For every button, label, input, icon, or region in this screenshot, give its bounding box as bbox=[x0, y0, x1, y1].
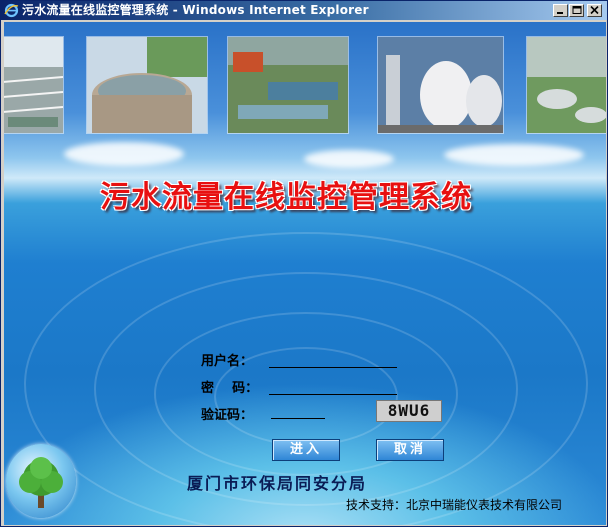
treatment-tanks-image bbox=[4, 37, 63, 133]
title-bar[interactable]: 污水流量在线监控管理系统 - Windows Internet Explorer bbox=[1, 1, 607, 20]
digester-eggs-image bbox=[378, 37, 503, 133]
clarifiers-aerial-image bbox=[527, 37, 606, 133]
password-label: 密 码： bbox=[201, 381, 259, 396]
browser-window: 污水流量在线监控管理系统 - Windows Internet Explorer bbox=[0, 0, 608, 527]
close-icon bbox=[590, 6, 599, 15]
plant-photo-2 bbox=[86, 36, 208, 134]
captcha-input[interactable] bbox=[271, 404, 325, 419]
close-button[interactable] bbox=[587, 4, 602, 17]
cancel-button[interactable]: 取消 bbox=[376, 439, 444, 461]
login-button[interactable]: 进入 bbox=[272, 439, 340, 461]
captcha-image[interactable]: 8WU6 bbox=[376, 400, 442, 422]
minimize-button[interactable] bbox=[553, 4, 568, 17]
organization-name: 厦门市环保局同安分局 bbox=[187, 474, 368, 493]
tree-globe-logo bbox=[6, 444, 76, 518]
username-label: 用户名： bbox=[201, 354, 254, 369]
plant-photo-3 bbox=[227, 36, 349, 134]
window-title: 污水流量在线监控管理系统 - Windows Internet Explorer bbox=[22, 3, 369, 17]
cloud bbox=[64, 142, 184, 166]
password-input[interactable] bbox=[269, 380, 397, 395]
login-page: 污水流量在线监控管理系统 用户名： 密 码： 验证码： 8WU6 进入 取消 厦… bbox=[4, 22, 606, 525]
tech-support-text: 技术支持：北京中瑞能仪表技术有限公司 bbox=[346, 498, 563, 512]
plant-photo-5 bbox=[526, 36, 606, 134]
minimize-icon bbox=[557, 12, 563, 14]
username-input[interactable] bbox=[269, 353, 397, 368]
internet-explorer-icon bbox=[4, 3, 19, 18]
maximize-icon bbox=[572, 6, 582, 14]
maximize-button[interactable] bbox=[569, 4, 584, 17]
plant-photo-1 bbox=[4, 36, 64, 134]
tree-icon bbox=[19, 457, 63, 508]
system-title: 污水流量在线监控管理系统 bbox=[100, 180, 472, 215]
treatment-plant-aerial-image bbox=[228, 37, 348, 133]
plant-photo-4 bbox=[377, 36, 504, 134]
clarifier-tank-image bbox=[87, 37, 207, 133]
cloud bbox=[304, 150, 394, 168]
cloud bbox=[444, 144, 584, 166]
captcha-label: 验证码： bbox=[201, 408, 254, 423]
